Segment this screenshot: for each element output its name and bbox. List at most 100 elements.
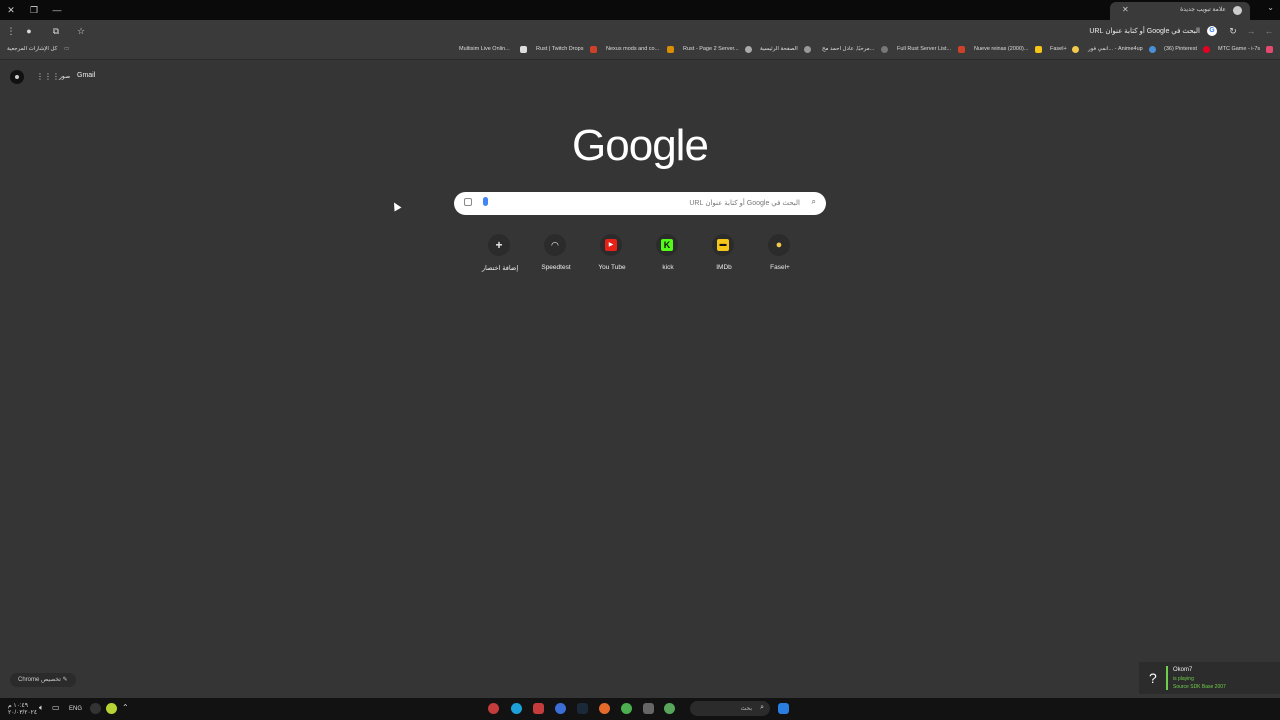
profile-icon[interactable]: ● xyxy=(22,24,36,38)
google-logo: Google xyxy=(572,121,709,170)
friend-status: is playing xyxy=(1173,676,1194,682)
apps-grid-icon[interactable]: ⋮⋮⋮ xyxy=(36,72,60,82)
all-bookmarks-folder[interactable]: كل الإشارات المرجعية xyxy=(7,46,57,52)
firefox-icon[interactable] xyxy=(599,703,610,714)
app-icon[interactable] xyxy=(533,703,544,714)
lens-icon[interactable] xyxy=(464,198,472,206)
bookmark-item[interactable]: Rust - Page 2 Server... xyxy=(683,46,739,52)
search-icon xyxy=(745,46,752,53)
bookmark-item[interactable]: الصفحة الرئيسية xyxy=(760,46,798,52)
shortcut-imdb[interactable]: ▬ IMDb xyxy=(696,234,752,279)
language-indicator[interactable]: ENG xyxy=(69,706,82,712)
shortcut-label: kick xyxy=(662,264,674,271)
mic-icon[interactable] xyxy=(90,703,101,714)
shortcut-label: Fasel+ xyxy=(770,264,790,271)
bookmark-item[interactable]: Full Rust Server List... xyxy=(897,46,951,52)
forward-icon[interactable]: → xyxy=(1244,24,1258,38)
clock-date: ٢٠/٠٣/٢٠٢٤ xyxy=(8,710,38,716)
mic-icon[interactable] xyxy=(483,197,488,206)
network-icon[interactable]: ▭ xyxy=(52,703,60,712)
search-icon: ⌕ xyxy=(760,704,764,711)
shortcut-speedtest[interactable]: ◠ Speedtest xyxy=(528,234,584,279)
close-window-icon[interactable]: ✕ xyxy=(4,3,18,17)
rust-icon xyxy=(590,46,597,53)
home-icon xyxy=(804,46,811,53)
customize-label: تخصيص Chrome xyxy=(18,677,61,683)
kick-icon: K xyxy=(661,239,673,251)
avatar[interactable] xyxy=(10,70,24,84)
shortcut-tile: ● xyxy=(768,234,790,256)
steam-icon[interactable] xyxy=(577,703,588,714)
shortcut-youtube[interactable]: ▶ You Tube xyxy=(584,234,640,279)
back-icon[interactable]: ← xyxy=(1262,24,1276,38)
fasel-icon: ● xyxy=(775,239,783,251)
extensions-icon[interactable]: ⧉ xyxy=(49,24,63,38)
app-icon[interactable] xyxy=(664,703,675,714)
reload-icon[interactable]: ↻ xyxy=(1226,24,1240,38)
shortcut-label: You Tube xyxy=(598,264,626,271)
tab-close-icon[interactable]: ✕ xyxy=(1122,5,1129,14)
customize-chrome-button[interactable]: ✎ تخصيص Chrome xyxy=(10,673,76,687)
youtube-icon: ▶ xyxy=(605,239,617,251)
toolbar: ⋮ ● ⧉ ☆ البحث في Google أو كتابة عنوان U… xyxy=(0,20,1280,42)
shortcut-add[interactable]: + إضافة اختصار xyxy=(472,234,528,279)
shortcut-tile: ◠ xyxy=(544,234,566,256)
app-icon[interactable] xyxy=(555,703,566,714)
bookmark-item[interactable]: Nexus mods and co... xyxy=(606,46,659,52)
chrome-favicon-icon xyxy=(1233,6,1242,15)
images-link[interactable]: صور xyxy=(59,73,70,80)
anime4up-icon xyxy=(1149,46,1156,53)
tab-search-icon[interactable]: ⌄ xyxy=(1267,3,1274,12)
status-bar xyxy=(1166,666,1168,690)
bookmark-star-icon[interactable]: ☆ xyxy=(74,24,88,38)
windows-start-icon[interactable] xyxy=(778,703,789,714)
shortcut-tile: + xyxy=(488,234,510,256)
plus-icon: + xyxy=(495,238,503,252)
shortcut-kick[interactable]: K kick xyxy=(640,234,696,279)
taskbar-search[interactable]: بحث ⌕ xyxy=(690,701,770,716)
nexus-icon xyxy=(667,46,674,53)
bookmark-item[interactable]: Nueve reinas (2000)... xyxy=(974,46,1028,52)
bookmark-item[interactable]: Multisim Live Onlin... xyxy=(459,46,510,52)
app-tray-icon[interactable] xyxy=(106,703,117,714)
menu-icon[interactable]: ⋮ xyxy=(4,24,18,38)
mtc-favicon-icon xyxy=(1266,46,1273,53)
pencil-icon: ✎ xyxy=(62,677,68,683)
minimize-window-icon[interactable]: — xyxy=(50,3,64,17)
question-icon: ? xyxy=(1149,670,1157,686)
shortcut-label: Speedtest xyxy=(541,264,571,271)
chrome-icon[interactable] xyxy=(621,703,632,714)
bookmark-item[interactable]: (36) Pinterest xyxy=(1164,46,1197,52)
file-explorer-icon[interactable] xyxy=(643,703,654,714)
clock-time: ١٠:٤٩ م xyxy=(8,703,28,709)
edge-icon[interactable] xyxy=(511,703,522,714)
bookmark-item[interactable]: Rust | Twitch Drops xyxy=(536,46,583,52)
restore-window-icon[interactable]: ❐ xyxy=(27,3,41,17)
google-g-icon: G xyxy=(1207,26,1217,36)
volume-icon[interactable]: 🔈︎ xyxy=(39,703,44,713)
multisim-icon xyxy=(520,46,527,53)
pinterest-icon xyxy=(1203,46,1210,53)
game-notification: ? Okom7 is playing Source SDK Base 2007 xyxy=(1139,662,1280,694)
bookmark-item[interactable]: MTC Game - i-7s xyxy=(1218,46,1260,52)
search-input[interactable]: البحث في Google أو كتابة عنوان URL xyxy=(689,199,800,207)
imdb-icon: ▬ xyxy=(717,239,729,251)
bookmark-item[interactable]: انمي فور... - Anime4up xyxy=(1088,46,1143,52)
chevron-up-icon[interactable]: ⌃ xyxy=(122,703,129,712)
bookmark-item[interactable]: Fasel+ xyxy=(1050,46,1067,52)
shortcut-label: IMDb xyxy=(716,264,732,271)
omnibox-input[interactable]: البحث في Google أو كتابة عنوان URL xyxy=(1089,27,1200,35)
shortcut-fasel[interactable]: ● Fasel+ xyxy=(752,234,808,279)
folder-icon: ▭ xyxy=(64,46,70,52)
gmail-link[interactable]: Gmail xyxy=(77,72,95,79)
taskbar: ١٠:٤٩ م ٢٠/٠٣/٢٠٢٤ 🔈︎ ▭ ENG ⌃ بحث ⌕ xyxy=(0,698,1280,720)
shortcut-tile: K xyxy=(656,234,678,256)
search-box[interactable]: البحث في Google أو كتابة عنوان URL ⌕ xyxy=(454,192,826,215)
mouse-cursor xyxy=(390,200,402,212)
taskbar-search-label: بحث xyxy=(740,706,752,712)
app-icon[interactable] xyxy=(488,703,499,714)
tab-strip: ✕ ❐ — + ✕ علامة تبويب جديدة ⌄ xyxy=(0,0,1280,20)
shortcut-tile: ▬ xyxy=(712,234,734,256)
tab-new-tab[interactable]: ✕ علامة تبويب جديدة xyxy=(1110,2,1250,20)
bookmark-item[interactable]: مرحبًا, عادل احمد مح... xyxy=(822,46,874,52)
